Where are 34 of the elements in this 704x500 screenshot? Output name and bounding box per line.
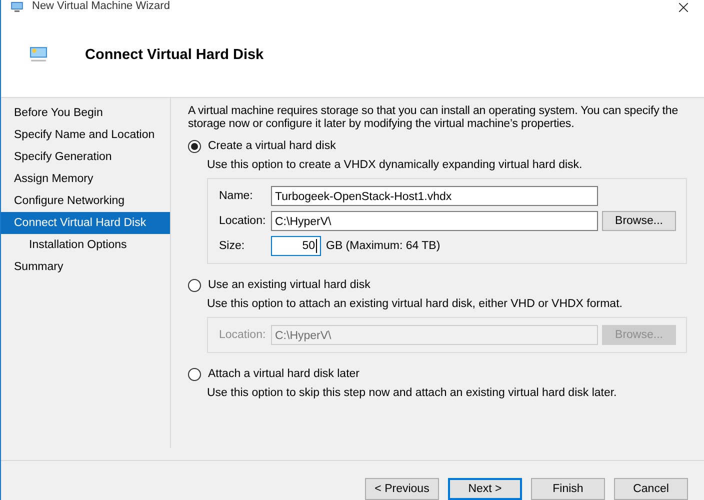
option-description: Use this option to skip this step now and attach an existing virtual hard disk later. <box>206 386 618 401</box>
nav-item[interactable]: Before You Begin <box>1 102 170 124</box>
size-unit: GB (Maximum: 64 TB) <box>326 240 440 252</box>
nav-item[interactable]: Assign Memory <box>1 168 170 190</box>
radio-button[interactable] <box>188 140 201 152</box>
wizard-button[interactable]: < Previous <box>365 478 439 500</box>
wizard-button[interactable]: Cancel <box>614 478 688 500</box>
location-field[interactable]: C:\HyperV\ <box>271 211 598 231</box>
option-description: Use this option to create a VHDX dynamically expanding virtual hard disk. <box>206 158 584 173</box>
nav-item[interactable]: Specify Name and Location <box>1 124 170 146</box>
page-title: Connect Virtual Hard Disk <box>85 46 264 62</box>
close-icon[interactable] <box>679 3 688 12</box>
field-label: Name: <box>219 190 254 202</box>
window-title: New Virtual Machine Wizard <box>32 0 170 12</box>
option-label[interactable]: Create a virtual hard disk <box>208 140 336 152</box>
field-label: Location: <box>219 329 267 341</box>
virtual-disk-icon <box>30 47 47 62</box>
option-description: Use this option to attach an existing virtual hard disk, either VHD or VHDX format. <box>206 297 624 312</box>
field-label: Location: <box>219 215 267 227</box>
option-label[interactable]: Attach a virtual hard disk later <box>208 368 360 380</box>
wizard-button[interactable]: Finish <box>531 478 605 500</box>
nav-item[interactable]: Specify Generation <box>1 146 170 168</box>
browse-button[interactable]: Browse... <box>602 211 676 231</box>
name-field[interactable]: Turbogeek-OpenStack-Host1.vhdx <box>271 186 598 206</box>
intro-text: A virtual machine requires storage so that you can install an operating system. You can specify the storage now or configure it later by modifying the virtual machine’s properties. <box>188 105 679 131</box>
computer-icon <box>10 2 24 12</box>
nav-item[interactable]: Summary <box>1 256 170 278</box>
nav-item[interactable]: Connect Virtual Hard Disk <box>1 212 170 234</box>
nav-item[interactable]: Configure Networking <box>1 190 170 212</box>
radio-button[interactable] <box>188 368 201 380</box>
wizard-button[interactable]: Next > <box>448 478 522 500</box>
size-field[interactable]: 50 <box>271 236 321 256</box>
nav-item[interactable]: Installation Options <box>1 234 170 256</box>
field-label: Size: <box>219 240 246 252</box>
